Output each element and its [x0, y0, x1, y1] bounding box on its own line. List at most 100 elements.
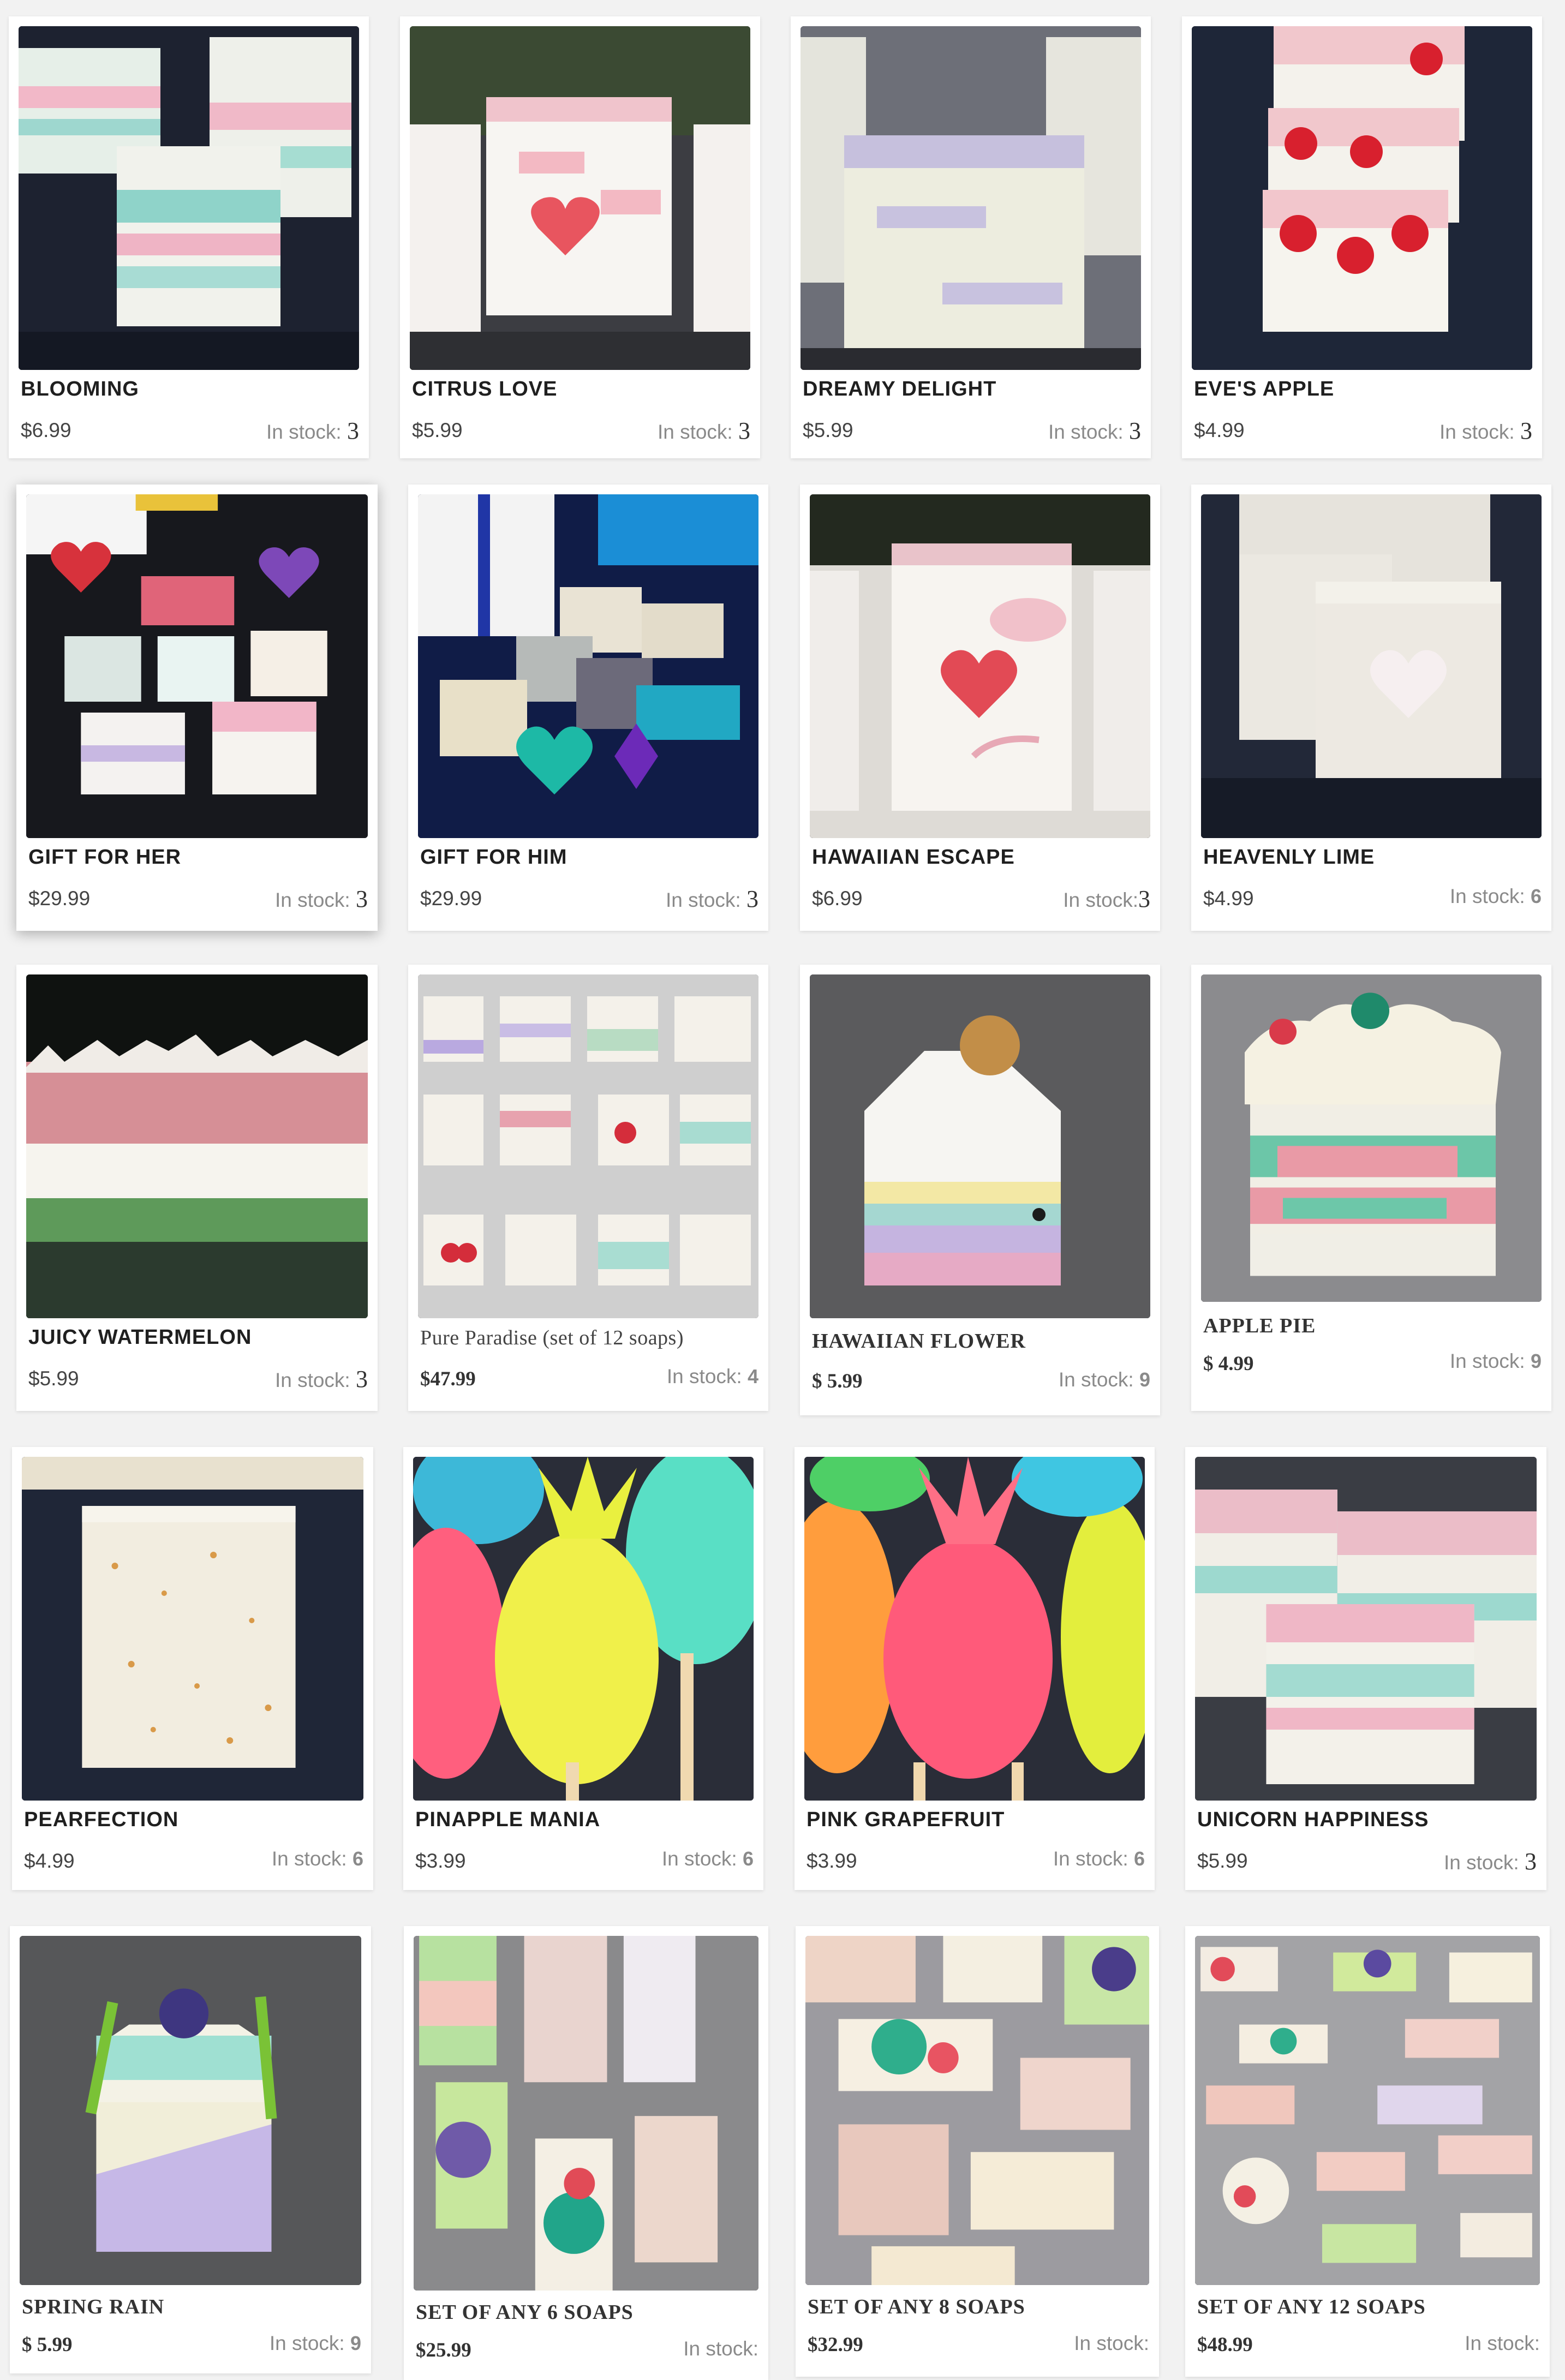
- product-image[interactable]: [1201, 494, 1542, 838]
- product-price: $3.99: [807, 1850, 857, 1872]
- product-price: $29.99: [28, 887, 91, 910]
- product-name[interactable]: HAWAIIAN ESCAPE: [812, 846, 1150, 869]
- product-image[interactable]: [26, 494, 368, 838]
- product-image[interactable]: [810, 974, 1150, 1318]
- product-name[interactable]: CITRUS LOVE: [412, 378, 750, 401]
- stock-count: 3: [1520, 417, 1532, 444]
- product-image[interactable]: [26, 974, 368, 1318]
- product-image[interactable]: [805, 1936, 1149, 2285]
- stock-indicator: In stock: 9: [1449, 1350, 1542, 1372]
- stock-indicator: In stock: 3: [657, 417, 750, 444]
- product-card-set-of-8[interactable]: SET OF ANY 8 SOAPS $32.99 In stock:: [796, 1926, 1159, 2377]
- product-image[interactable]: [410, 26, 750, 370]
- stock-count: 6: [1530, 885, 1542, 907]
- product-card-eves-apple[interactable]: EVE'S APPLE $4.99 In stock: 3: [1182, 16, 1542, 458]
- stock-indicator: In stock: 3: [1439, 417, 1532, 444]
- product-price: $ 4.99: [1203, 1353, 1254, 1375]
- product-card-set-of-6[interactable]: SET OF ANY 6 SOAPS $25.99 In stock:: [404, 1926, 768, 2380]
- product-card-pinapple-mania[interactable]: PINAPPLE MANIA $3.99 In stock: 6: [403, 1447, 763, 1890]
- stock-count: 6: [352, 1847, 363, 1870]
- product-card-citrus-love[interactable]: CITRUS LOVE $5.99 In stock: 3: [400, 16, 760, 458]
- product-name[interactable]: SET OF ANY 6 SOAPS: [416, 2300, 758, 2324]
- product-name[interactable]: HAWAIIAN FLOWER: [812, 1329, 1150, 1353]
- stock-indicator: In stock:: [683, 2337, 758, 2360]
- stock-count: 3: [356, 1366, 368, 1392]
- stock-indicator: In stock: 6: [1053, 1847, 1145, 1870]
- product-name[interactable]: UNICORN HAPPINESS: [1197, 1808, 1537, 1832]
- product-image[interactable]: [1195, 1457, 1537, 1801]
- product-name[interactable]: PINK GRAPEFRUIT: [807, 1808, 1145, 1832]
- product-card-apple-pie[interactable]: APPLE PIE $ 4.99 In stock: 9: [1191, 965, 1551, 1411]
- product-name[interactable]: APPLE PIE: [1203, 1314, 1542, 1338]
- product-image[interactable]: [22, 1457, 363, 1801]
- product-image[interactable]: [1192, 26, 1532, 370]
- product-name[interactable]: JUICY WATERMELON: [28, 1326, 368, 1349]
- stock-indicator: In stock: 4: [666, 1365, 758, 1388]
- stock-count: 4: [747, 1365, 758, 1388]
- product-name[interactable]: DREAMY DELIGHT: [803, 378, 1141, 401]
- product-card-pure-paradise[interactable]: Pure Paradise (set of 12 soaps) $47.99 I…: [408, 965, 768, 1411]
- product-card-blooming[interactable]: BLOOMING $6.99 In stock: 3: [9, 16, 369, 458]
- stock-count: 3: [356, 886, 368, 912]
- stock-count: 6: [742, 1847, 754, 1870]
- stock-count: 3: [1525, 1848, 1537, 1875]
- product-card-spring-rain[interactable]: SPRING RAIN $ 5.99 In stock: 9: [10, 1926, 371, 2373]
- product-name[interactable]: SET OF ANY 12 SOAPS: [1197, 2295, 1540, 2319]
- product-card-pearfection[interactable]: PEARFECTION $4.99 In stock: 6: [12, 1447, 373, 1890]
- stock-count: 3: [1138, 886, 1150, 912]
- product-price: $4.99: [1203, 887, 1254, 910]
- product-name[interactable]: BLOOMING: [21, 378, 359, 401]
- stock-count: 3: [1129, 417, 1141, 444]
- stock-indicator: In stock: 3: [274, 1366, 368, 1392]
- product-card-hawaiian-flower[interactable]: HAWAIIAN FLOWER $ 5.99 In stock: 9: [800, 965, 1160, 1415]
- stock-indicator: In stock: 3: [266, 417, 359, 444]
- stock-count: 9: [1139, 1368, 1150, 1391]
- product-name[interactable]: SPRING RAIN: [22, 2295, 361, 2319]
- product-price: $4.99: [24, 1850, 75, 1872]
- product-image[interactable]: [1195, 1936, 1540, 2285]
- product-image[interactable]: [418, 974, 758, 1318]
- stock-indicator: In stock: 6: [661, 1847, 754, 1870]
- product-card-heavenly-lime[interactable]: HEAVENLY LIME $4.99 In stock: 6: [1191, 485, 1551, 931]
- product-image[interactable]: [414, 1936, 758, 2291]
- stock-indicator: In stock: 3: [274, 886, 368, 912]
- stock-indicator: In stock: 9: [1058, 1368, 1150, 1391]
- product-card-gift-for-her[interactable]: GIFT FOR HER $29.99 In stock: 3: [16, 485, 378, 931]
- stock-count: 9: [350, 2332, 361, 2354]
- product-name[interactable]: GIFT FOR HIM: [420, 846, 758, 869]
- stock-count: 3: [738, 417, 750, 444]
- product-image[interactable]: [20, 1936, 361, 2285]
- product-price: $5.99: [28, 1367, 79, 1390]
- product-price: $6.99: [21, 419, 71, 441]
- product-image[interactable]: [810, 494, 1150, 838]
- product-card-hawaiian-escape[interactable]: HAWAIIAN ESCAPE $6.99 In stock:3: [800, 485, 1160, 931]
- product-name[interactable]: HEAVENLY LIME: [1203, 846, 1542, 869]
- product-card-unicorn-happiness[interactable]: UNICORN HAPPINESS $5.99 In stock: 3: [1185, 1447, 1546, 1890]
- product-price: $48.99: [1197, 2334, 1253, 2356]
- stock-indicator: In stock: 6: [1449, 885, 1542, 907]
- product-image[interactable]: [801, 26, 1141, 370]
- product-card-dreamy-delight[interactable]: DREAMY DELIGHT $5.99 In stock: 3: [791, 16, 1151, 458]
- product-card-juicy-watermelon[interactable]: JUICY WATERMELON $5.99 In stock: 3: [16, 965, 378, 1411]
- stock-indicator: In stock: 3: [1443, 1848, 1537, 1875]
- product-image[interactable]: [1201, 974, 1542, 1302]
- product-price: $5.99: [803, 419, 853, 441]
- product-image[interactable]: [413, 1457, 754, 1801]
- product-image[interactable]: [804, 1457, 1145, 1801]
- stock-count: 3: [746, 886, 758, 912]
- product-card-pink-grapefruit[interactable]: PINK GRAPEFRUIT $3.99 In stock: 6: [795, 1447, 1155, 1890]
- product-name[interactable]: PINAPPLE MANIA: [415, 1808, 754, 1832]
- product-image[interactable]: [418, 494, 758, 838]
- product-card-set-of-12[interactable]: SET OF ANY 12 SOAPS $48.99 In stock:: [1185, 1926, 1550, 2377]
- product-name[interactable]: EVE'S APPLE: [1194, 378, 1532, 401]
- product-image[interactable]: [19, 26, 359, 370]
- product-card-gift-for-him[interactable]: GIFT FOR HIM $29.99 In stock: 3: [408, 485, 768, 931]
- product-price: $3.99: [415, 1850, 466, 1872]
- stock-indicator: In stock:: [1465, 2332, 1540, 2354]
- product-price: $25.99: [416, 2339, 471, 2361]
- product-name[interactable]: GIFT FOR HER: [28, 846, 368, 869]
- product-name[interactable]: Pure Paradise (set of 12 soaps): [420, 1326, 758, 1350]
- product-name[interactable]: PEARFECTION: [24, 1808, 363, 1832]
- product-price: $4.99: [1194, 419, 1245, 441]
- product-name[interactable]: SET OF ANY 8 SOAPS: [808, 2295, 1149, 2319]
